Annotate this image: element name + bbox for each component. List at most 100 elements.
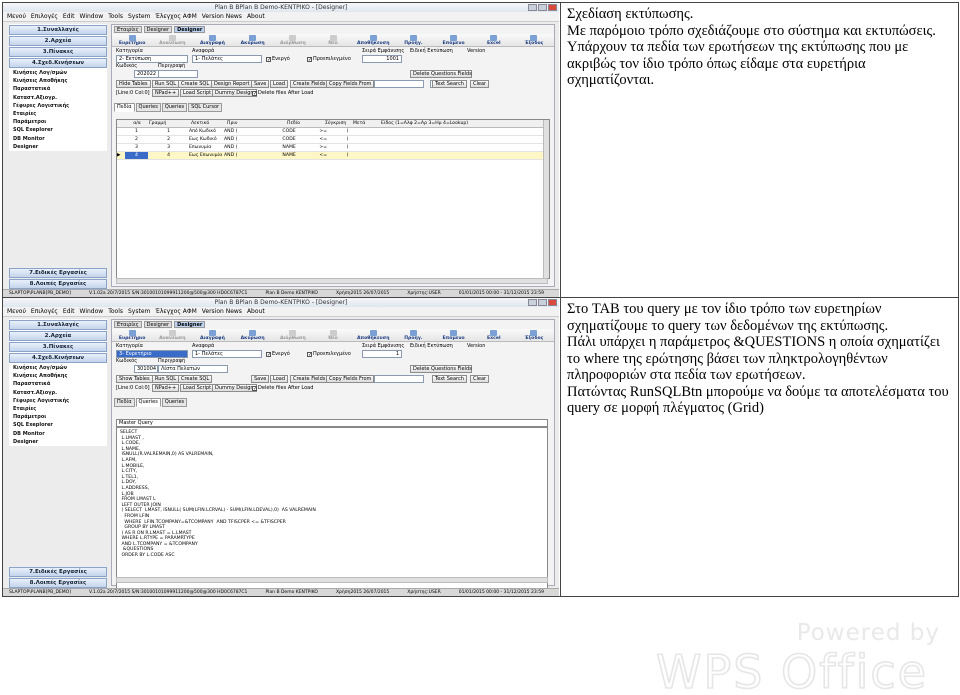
load-script-button[interactable]: Load Script: [180, 384, 215, 392]
active-checkbox[interactable]: ✓Ενεργό: [266, 351, 290, 358]
delete-questions-fields-button[interactable]: Delete Questions Fields: [410, 70, 472, 78]
minimize-icon[interactable]: [528, 299, 537, 306]
nav-button[interactable]: 4.Σχεδ.Κινήσεων: [9, 58, 107, 68]
description-field[interactable]: Λίστα Πελατών: [158, 365, 228, 373]
category-select[interactable]: 2- Εκτύπωση: [116, 55, 188, 63]
copy-from-field[interactable]: [374, 80, 424, 88]
close-icon[interactable]: [548, 299, 557, 306]
tab-queries-2[interactable]: Queries: [161, 103, 188, 112]
menu-item[interactable]: Μενού: [7, 12, 26, 21]
cell[interactable]: ): [347, 152, 374, 159]
copy-from-field[interactable]: [374, 375, 424, 383]
tab-queries[interactable]: Queries: [135, 398, 161, 407]
nav-button[interactable]: 1.Συναλλαγές: [9, 320, 107, 330]
menu-item[interactable]: About: [247, 307, 265, 316]
tab-queries-2[interactable]: Queries: [161, 398, 188, 407]
tab-fields[interactable]: Πεδία: [114, 398, 135, 407]
cell[interactable]: <=: [319, 136, 346, 143]
sidebar-item[interactable]: Παράμετροι: [9, 118, 107, 126]
create-sql-button[interactable]: Create SQL: [178, 375, 213, 383]
menu-item[interactable]: Έλεγχος ΑΦΜ: [155, 12, 196, 21]
sidebar-item[interactable]: DB Monitor: [9, 135, 107, 143]
cell[interactable]: ): [347, 136, 374, 143]
create-fields-button[interactable]: Create Fields: [290, 80, 329, 88]
nav-button[interactable]: 8.Λοιπές Εργασίες: [9, 578, 107, 588]
menu-item[interactable]: Έλεγχος ΑΦΜ: [155, 307, 196, 316]
cell[interactable]: Επωνυμία: [189, 144, 224, 151]
toolbar-excel-button[interactable]: Excel: [474, 329, 514, 341]
sidebar-item[interactable]: SQL Exeplorer: [9, 421, 107, 429]
menu-item[interactable]: Edit: [63, 307, 75, 316]
toolbar-exit-button[interactable]: Έξοδος: [514, 329, 554, 341]
active-checkbox[interactable]: ✓Ενεργό: [266, 56, 290, 63]
load-script-button[interactable]: Load Script: [180, 89, 215, 97]
cell[interactable]: 4: [124, 152, 149, 159]
cell[interactable]: 31: [491, 136, 549, 143]
tab-companies[interactable]: Εταιρίες: [114, 321, 142, 328]
text-search-button[interactable]: Text Search: [432, 80, 467, 88]
tab-fields[interactable]: Πεδία: [114, 103, 135, 112]
menu-item[interactable]: Tools: [108, 12, 123, 21]
cell[interactable]: 2: [125, 136, 148, 143]
menu-item[interactable]: Tools: [108, 307, 123, 316]
sidebar-item[interactable]: Κινήσεις Αποθήκης: [9, 77, 107, 85]
cell[interactable]: Εως Κωδικό: [189, 136, 224, 143]
sidebar-item[interactable]: Κινήσεις Αποθήκης: [9, 372, 107, 380]
menu-item[interactable]: Version News: [202, 12, 242, 21]
tab-designer-active[interactable]: Designer: [174, 26, 206, 33]
toolbar-next-button[interactable]: Επόμενο: [434, 34, 474, 46]
npad-button[interactable]: NPad++: [152, 89, 180, 97]
cell[interactable]: ): [347, 144, 374, 151]
toolbar-index-button[interactable]: Ευρετήριο: [112, 329, 152, 341]
sidebar-item[interactable]: SQL Exeplorer: [9, 126, 107, 134]
menu-item[interactable]: System: [128, 307, 150, 316]
sidebar-item[interactable]: Εταιρίες: [9, 405, 107, 413]
run-sql-button[interactable]: Run SQL: [152, 80, 180, 88]
toolbar-refresh-button[interactable]: Ανανέωση: [152, 34, 192, 46]
table-row[interactable]: 2 2 Εως Κωδικό AND ( CODE <= ) 31: [117, 136, 549, 144]
menu-item[interactable]: About: [247, 12, 265, 21]
clear-button[interactable]: Clear: [470, 80, 490, 88]
menu-item[interactable]: Επιλογές: [31, 307, 58, 316]
sidebar-item[interactable]: Designer: [9, 438, 107, 446]
cell[interactable]: 3: [125, 144, 148, 151]
tab-companies[interactable]: Εταιρίες: [114, 26, 142, 33]
selected-checkbox[interactable]: ✓Προεπιλεγμένο: [307, 56, 351, 63]
horizontal-scrollbar[interactable]: [116, 577, 548, 583]
copy-fields-from-button[interactable]: Copy Fields From: [326, 375, 375, 383]
sidebar-item[interactable]: Εταιρίες: [9, 110, 107, 118]
create-sql-button[interactable]: Create SQL: [178, 80, 213, 88]
cell[interactable]: 1: [125, 128, 148, 135]
menu-item[interactable]: Edit: [63, 12, 75, 21]
nav-button[interactable]: 3.Πίνακες: [9, 342, 107, 352]
cell[interactable]: Από Κωδικό: [189, 128, 224, 135]
toolbar-new-button[interactable]: Νέο: [313, 34, 353, 46]
sidebar-item[interactable]: Κινήσεις Λογ/σμών: [9, 69, 107, 77]
text-search-button[interactable]: Text Search: [432, 375, 467, 383]
menu-item[interactable]: Επιλογές: [31, 12, 58, 21]
order-field[interactable]: 1: [362, 350, 402, 358]
category-select[interactable]: 3- Ευρετήριο: [116, 350, 188, 358]
npad-button[interactable]: NPad++: [152, 384, 180, 392]
nav-button[interactable]: 3.Πίνακες: [9, 47, 107, 57]
code-field[interactable]: 301004: [134, 365, 158, 373]
delete-questions-fields-button[interactable]: Delete Questions Fields: [410, 365, 472, 373]
save-button[interactable]: Save: [251, 80, 270, 88]
selected-checkbox[interactable]: ✓Προεπιλεγμένο: [307, 351, 351, 358]
cell[interactable]: >=: [319, 144, 346, 151]
nav-button[interactable]: 1.Συναλλαγές: [9, 25, 107, 35]
toolbar-refresh-button[interactable]: Ανανέωση: [152, 329, 192, 341]
menu-item[interactable]: Μενού: [7, 307, 26, 316]
reference-select[interactable]: 1- Πελάτες: [192, 55, 262, 63]
cell[interactable]: CODE: [282, 136, 319, 143]
close-icon[interactable]: [548, 4, 557, 11]
toolbar-delete-button[interactable]: Διαγραφή: [192, 329, 232, 341]
minimize-icon[interactable]: [528, 4, 537, 11]
sidebar-item[interactable]: Παράμετροι: [9, 413, 107, 421]
cell[interactable]: 31: [491, 144, 549, 151]
delete-files-checkbox[interactable]: ✓Delete files After Load: [252, 90, 313, 97]
cell[interactable]: <=: [319, 152, 346, 159]
menu-item[interactable]: Window: [80, 307, 104, 316]
tab-sql-cursor[interactable]: SQL Cursor: [188, 103, 223, 112]
horizontal-scrollbar[interactable]: [116, 278, 548, 284]
